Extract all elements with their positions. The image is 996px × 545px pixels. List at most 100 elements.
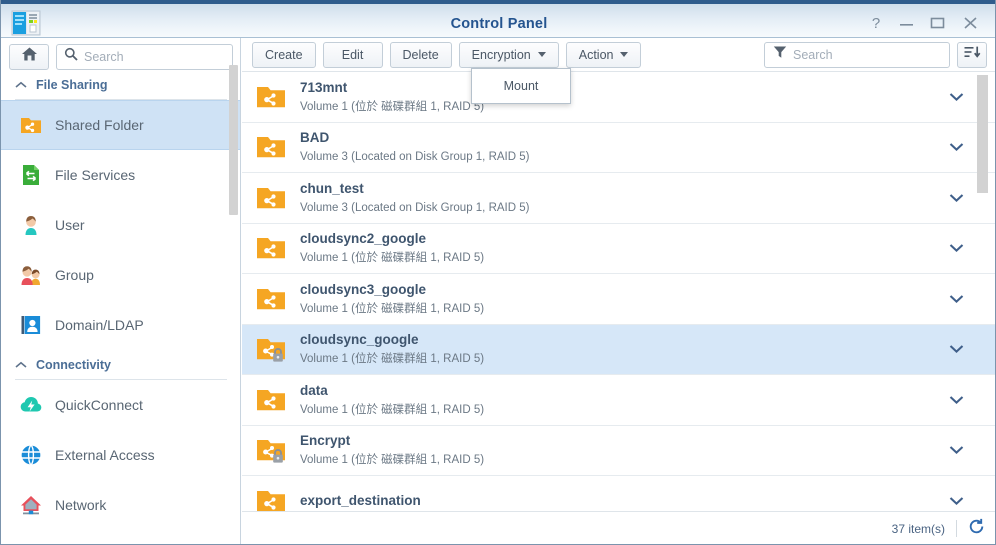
sidebar-search-input[interactable] [84,50,225,64]
file-services-icon [19,163,43,187]
sidebar-scrollbar-thumb[interactable] [229,65,238,215]
main-panel: Create Edit Delete Encryption Action [242,38,996,545]
create-button[interactable]: Create [252,42,316,68]
shared-folder-icon [254,384,288,416]
chevron-down-icon[interactable] [939,395,973,405]
sidebar-group-file-sharing[interactable]: File Sharing [15,70,227,100]
chevron-up-icon [15,356,27,374]
sidebar-item-label: Group [55,267,94,283]
folder-name: cloudsync_google [300,332,419,347]
folder-name: 713mnt [300,80,347,95]
folder-name: Encrypt [300,433,350,448]
sidebar-item-quickconnect[interactable]: QuickConnect [1,380,241,430]
page-title: Control Panel [1,4,996,42]
sidebar: File Sharing Shared Folder [1,38,241,545]
sidebar-item-user[interactable]: User [1,200,241,250]
sidebar-item-label: User [55,217,85,233]
folder-name: cloudsync3_google [300,282,426,297]
item-count-label: 37 item(s) [892,522,945,536]
shared-folder-locked-icon [254,434,288,466]
refresh-button[interactable] [968,518,985,540]
folder-location: Volume 1 (位於 磁碟群組 1, RAID 5) [300,454,484,466]
encryption-button[interactable]: Encryption [459,42,559,68]
svg-text:?: ? [872,15,880,31]
list-search-input[interactable] [793,48,941,62]
sidebar-item-shared-folder[interactable]: Shared Folder [1,100,241,150]
quickconnect-icon [19,393,43,417]
button-label: Encryption [472,48,531,62]
chevron-down-icon [538,52,546,57]
chevron-down-icon[interactable] [939,344,973,354]
chevron-down-icon[interactable] [939,496,973,506]
close-button[interactable] [957,12,983,34]
table-row[interactable]: cloudsync3_google Volume 1 (位於 磁碟群組 1, R… [242,274,996,325]
table-row[interactable]: cloudsync_google Volume 1 (位於 磁碟群組 1, RA… [242,325,996,376]
folder-location: Volume 3 (Located on Disk Group 1, RAID … [300,151,529,163]
sidebar-item-external-access[interactable]: External Access [1,430,241,480]
sidebar-item-label: Domain/LDAP [55,317,144,333]
table-row[interactable]: cloudsync2_google Volume 1 (位於 磁碟群組 1, R… [242,224,996,275]
row-text: cloudsync3_google Volume 1 (位於 磁碟群組 1, R… [300,281,939,317]
shared-folder-icon [254,485,288,511]
maximize-button[interactable] [924,12,950,34]
chevron-down-icon[interactable] [939,193,973,203]
chevron-down-icon[interactable] [939,445,973,455]
home-icon [21,46,38,67]
table-row[interactable]: data Volume 1 (位於 磁碟群組 1, RAID 5) [242,375,996,426]
chevron-down-icon[interactable] [939,142,973,152]
sidebar-search-field[interactable] [56,44,233,70]
refresh-icon [968,518,985,540]
action-button[interactable]: Action [566,42,642,68]
chevron-down-icon[interactable] [939,294,973,304]
sort-button[interactable] [957,42,987,68]
list-search-field[interactable] [764,42,950,68]
encryption-dropdown-menu[interactable]: Mount [471,68,571,104]
sidebar-scroll-area: File Sharing Shared Folder [1,70,241,545]
title-bar[interactable]: Control Panel ? [1,0,996,38]
sidebar-item-label: Network [55,497,106,513]
folder-location: Volume 1 (位於 磁碟群組 1, RAID 5) [300,303,484,315]
control-panel-window: Control Panel ? [0,0,996,545]
sidebar-item-domain-ldap[interactable]: Domain/LDAP [1,300,241,350]
folder-name: cloudsync2_google [300,231,426,246]
row-text: BAD Volume 3 (Located on Disk Group 1, R… [300,129,939,165]
delete-button[interactable]: Delete [390,42,452,68]
sidebar-item-label: File Services [55,167,135,183]
folder-name: export_destination [300,493,421,508]
sidebar-item-file-services[interactable]: File Services [1,150,241,200]
shared-folder-icon [254,182,288,214]
menu-item-mount[interactable]: Mount [472,73,570,99]
shared-folder-icon [254,232,288,264]
minimize-button[interactable] [893,12,919,34]
status-bar: 37 item(s) [242,511,996,545]
home-button[interactable] [9,44,49,70]
help-button[interactable]: ? [863,12,889,34]
sidebar-item-label: Shared Folder [55,117,144,133]
folder-name: chun_test [300,181,364,196]
sidebar-group-connectivity[interactable]: Connectivity [15,350,227,380]
sidebar-item-group[interactable]: Group [1,250,241,300]
table-row[interactable]: export_destination [242,476,996,511]
row-text: Encrypt Volume 1 (位於 磁碟群組 1, RAID 5) [300,432,939,468]
table-row[interactable]: 713mnt Volume 1 (位於 磁碟群組 1, RAID 5) [242,72,996,123]
sidebar-group-label: Connectivity [36,358,111,372]
list-scrollbar-thumb[interactable] [977,75,988,193]
search-icon [64,47,78,66]
shared-folder-icon [254,81,288,113]
sidebar-item-label: External Access [55,447,155,463]
table-row[interactable]: Encrypt Volume 1 (位於 磁碟群組 1, RAID 5) [242,426,996,477]
sidebar-item-network[interactable]: Network [1,480,241,530]
table-row[interactable]: chun_test Volume 3 (Located on Disk Grou… [242,173,996,224]
folder-name: data [300,383,328,398]
folder-location: Volume 1 (位於 磁碟群組 1, RAID 5) [300,252,484,264]
shared-folder-list: 713mnt Volume 1 (位於 磁碟群組 1, RAID 5) [242,71,996,511]
network-icon [19,493,43,517]
row-text: cloudsync2_google Volume 1 (位於 磁碟群組 1, R… [300,230,939,266]
edit-button[interactable]: Edit [323,42,383,68]
chevron-down-icon[interactable] [939,92,973,102]
table-row[interactable]: BAD Volume 3 (Located on Disk Group 1, R… [242,123,996,174]
chevron-down-icon[interactable] [939,243,973,253]
shared-folder-icon [254,283,288,315]
group-icon [19,263,43,287]
folder-location: Volume 1 (位於 磁碟群組 1, RAID 5) [300,101,484,113]
